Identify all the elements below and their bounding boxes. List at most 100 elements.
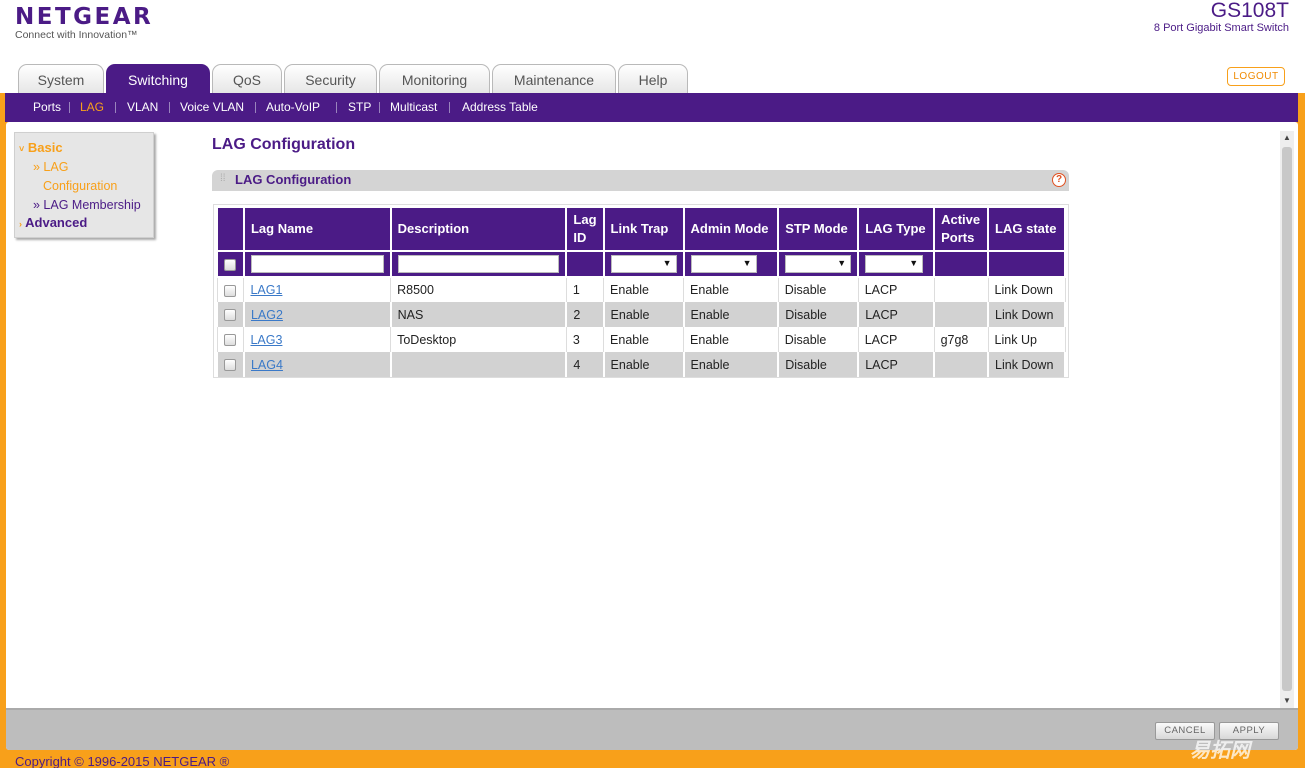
lag-id-cell: 1 bbox=[565, 277, 605, 302]
row-checkbox-cell bbox=[216, 327, 245, 352]
lag-type-cell: LACP bbox=[857, 352, 936, 377]
copyright-text: Copyright © 1996-2015 NETGEAR ® bbox=[15, 754, 230, 768]
netgear-logo[interactable]: NETGEAR Connect with Innovation™ bbox=[15, 4, 153, 41]
subnav-divider bbox=[449, 102, 450, 113]
subnav-divider bbox=[379, 102, 380, 113]
row-checkbox-cell bbox=[216, 352, 245, 377]
logo-tagline: Connect with Innovation™ bbox=[15, 29, 138, 41]
edit-state-cell bbox=[987, 250, 1066, 278]
subnav-divider bbox=[255, 102, 256, 113]
edit-name-cell bbox=[242, 250, 392, 278]
lag-name-link[interactable]: LAG1 bbox=[250, 283, 282, 297]
row-checkbox[interactable] bbox=[223, 284, 236, 297]
tab-maintenance[interactable]: Maintenance bbox=[492, 64, 616, 94]
header-lag-state: LAG state bbox=[987, 206, 1066, 252]
edit-select-all-cell bbox=[216, 250, 245, 278]
stp-mode-cell: Disable bbox=[777, 327, 859, 352]
help-icon[interactable]: ? bbox=[1052, 173, 1066, 187]
link-trap-cell: Enable bbox=[602, 352, 685, 377]
page-title: LAG Configuration bbox=[212, 136, 356, 153]
admin-mode-cell: Enable bbox=[682, 302, 780, 327]
admin-mode-cell: Enable bbox=[683, 277, 779, 302]
subnav-voice-vlan[interactable]: Voice VLAN bbox=[180, 93, 244, 122]
description-cell: R8500 bbox=[390, 277, 567, 302]
link-trap-cell: Enable bbox=[602, 302, 685, 327]
sidebar-advanced[interactable]: › Advanced bbox=[19, 215, 87, 230]
table-row[interactable]: LAG1 R8500 1 Enable Enable Disable LACP … bbox=[216, 277, 1066, 302]
lag-id-cell: 4 bbox=[565, 352, 605, 377]
lag-id-cell: 3 bbox=[565, 327, 605, 352]
row-checkbox[interactable] bbox=[224, 359, 236, 372]
row-checkbox[interactable] bbox=[223, 334, 236, 347]
vertical-scrollbar[interactable]: ▲ ▼ bbox=[1280, 131, 1294, 708]
tab-monitoring[interactable]: Monitoring bbox=[379, 64, 490, 94]
subnav-divider bbox=[336, 102, 337, 113]
subnav-divider bbox=[115, 102, 116, 113]
lag-type-select[interactable] bbox=[865, 255, 924, 273]
select-all-checkbox[interactable] bbox=[224, 258, 236, 271]
subnav-multicast[interactable]: Multicast bbox=[390, 93, 437, 122]
scrollbar-thumb[interactable] bbox=[1282, 147, 1292, 691]
description-input[interactable] bbox=[397, 255, 560, 273]
lag-name-link[interactable]: LAG2 bbox=[251, 308, 283, 322]
header-select bbox=[216, 206, 245, 252]
subnav-stp[interactable]: STP bbox=[348, 93, 371, 122]
subnav-ports[interactable]: Ports bbox=[33, 93, 61, 122]
edit-id-cell bbox=[565, 250, 605, 278]
subnav-address-table[interactable]: Address Table bbox=[462, 93, 538, 122]
lag-name-cell: LAG2 bbox=[242, 302, 392, 327]
active-ports-cell bbox=[933, 302, 990, 327]
lag-state-cell: Link Down bbox=[987, 277, 1066, 302]
table-row[interactable]: LAG2 NAS 2 Enable Enable Disable LACP Li… bbox=[216, 302, 1066, 327]
lag-name-input[interactable] bbox=[250, 255, 384, 273]
tab-system[interactable]: System bbox=[18, 64, 104, 94]
subnav-vlan[interactable]: VLAN bbox=[127, 93, 158, 122]
header-active-ports: Active Ports bbox=[933, 206, 990, 252]
scroll-down-arrow-icon[interactable]: ▼ bbox=[1280, 694, 1294, 708]
header-stp-mode: STP Mode bbox=[777, 206, 860, 252]
sidebar-item-lag-membership[interactable]: » LAG Membership bbox=[33, 198, 141, 212]
logout-button[interactable]: LOGOUT bbox=[1227, 67, 1285, 86]
content-frame: ˅ Basic » LAG Configuration » LAG Member… bbox=[6, 122, 1298, 750]
header-admin-mode: Admin Mode bbox=[682, 206, 780, 252]
row-checkbox-cell bbox=[216, 302, 245, 327]
stp-mode-select[interactable] bbox=[785, 255, 852, 273]
logo-wordmark: NETGEAR bbox=[15, 4, 154, 30]
tab-switching[interactable]: Switching bbox=[106, 64, 210, 94]
scroll-up-arrow-icon[interactable]: ▲ bbox=[1280, 131, 1294, 145]
sidebar-item-lag-configuration[interactable]: » LAG bbox=[33, 160, 68, 174]
sub-navigation: Ports LAG VLAN Voice VLAN Auto-VoIP STP … bbox=[5, 93, 1298, 122]
table-header-row: Lag Name Description Lag ID Link Trap Ad… bbox=[216, 206, 1066, 252]
subnav-lag[interactable]: LAG bbox=[80, 93, 104, 122]
admin-mode-select[interactable] bbox=[690, 255, 757, 273]
subnav-auto-voip[interactable]: Auto-VoIP bbox=[266, 93, 320, 122]
admin-mode-cell: Enable bbox=[683, 327, 779, 352]
edit-lag-type-cell bbox=[857, 250, 936, 278]
section-header: ⁞⁞ LAG Configuration ? bbox=[212, 170, 1069, 191]
stp-mode-cell: Disable bbox=[777, 352, 860, 377]
edit-stp-mode-cell bbox=[777, 250, 860, 278]
header-lag-name: Lag Name bbox=[242, 206, 392, 252]
stp-mode-cell: Disable bbox=[777, 302, 860, 327]
model-info: GS108T 8 Port Gigabit Smart Switch bbox=[1154, 0, 1289, 34]
edit-link-trap-cell bbox=[602, 250, 685, 278]
lag-name-link[interactable]: LAG4 bbox=[251, 358, 283, 372]
row-checkbox-cell bbox=[216, 277, 245, 302]
tab-security[interactable]: Security bbox=[284, 64, 377, 94]
sidebar-item-lag-configuration-cont[interactable]: Configuration bbox=[43, 179, 117, 193]
lag-name-cell: LAG4 bbox=[242, 352, 392, 377]
active-ports-cell bbox=[933, 352, 990, 377]
description-cell bbox=[389, 352, 568, 377]
admin-mode-cell: Enable bbox=[682, 352, 780, 377]
lag-name-link[interactable]: LAG3 bbox=[250, 333, 282, 347]
link-trap-select[interactable] bbox=[610, 255, 677, 273]
sidebar-basic[interactable]: ˅ Basic bbox=[19, 140, 63, 155]
table-row[interactable]: LAG3 ToDesktop 3 Enable Enable Disable L… bbox=[216, 327, 1066, 352]
lag-state-cell: Link Down bbox=[987, 302, 1066, 327]
edit-active-ports-cell bbox=[933, 250, 990, 278]
tab-help[interactable]: Help bbox=[618, 64, 688, 94]
row-checkbox[interactable] bbox=[224, 309, 236, 322]
edit-description-cell bbox=[389, 250, 568, 278]
table-row[interactable]: LAG4 4 Enable Enable Disable LACP Link D… bbox=[216, 352, 1066, 377]
tab-qos[interactable]: QoS bbox=[212, 64, 282, 94]
